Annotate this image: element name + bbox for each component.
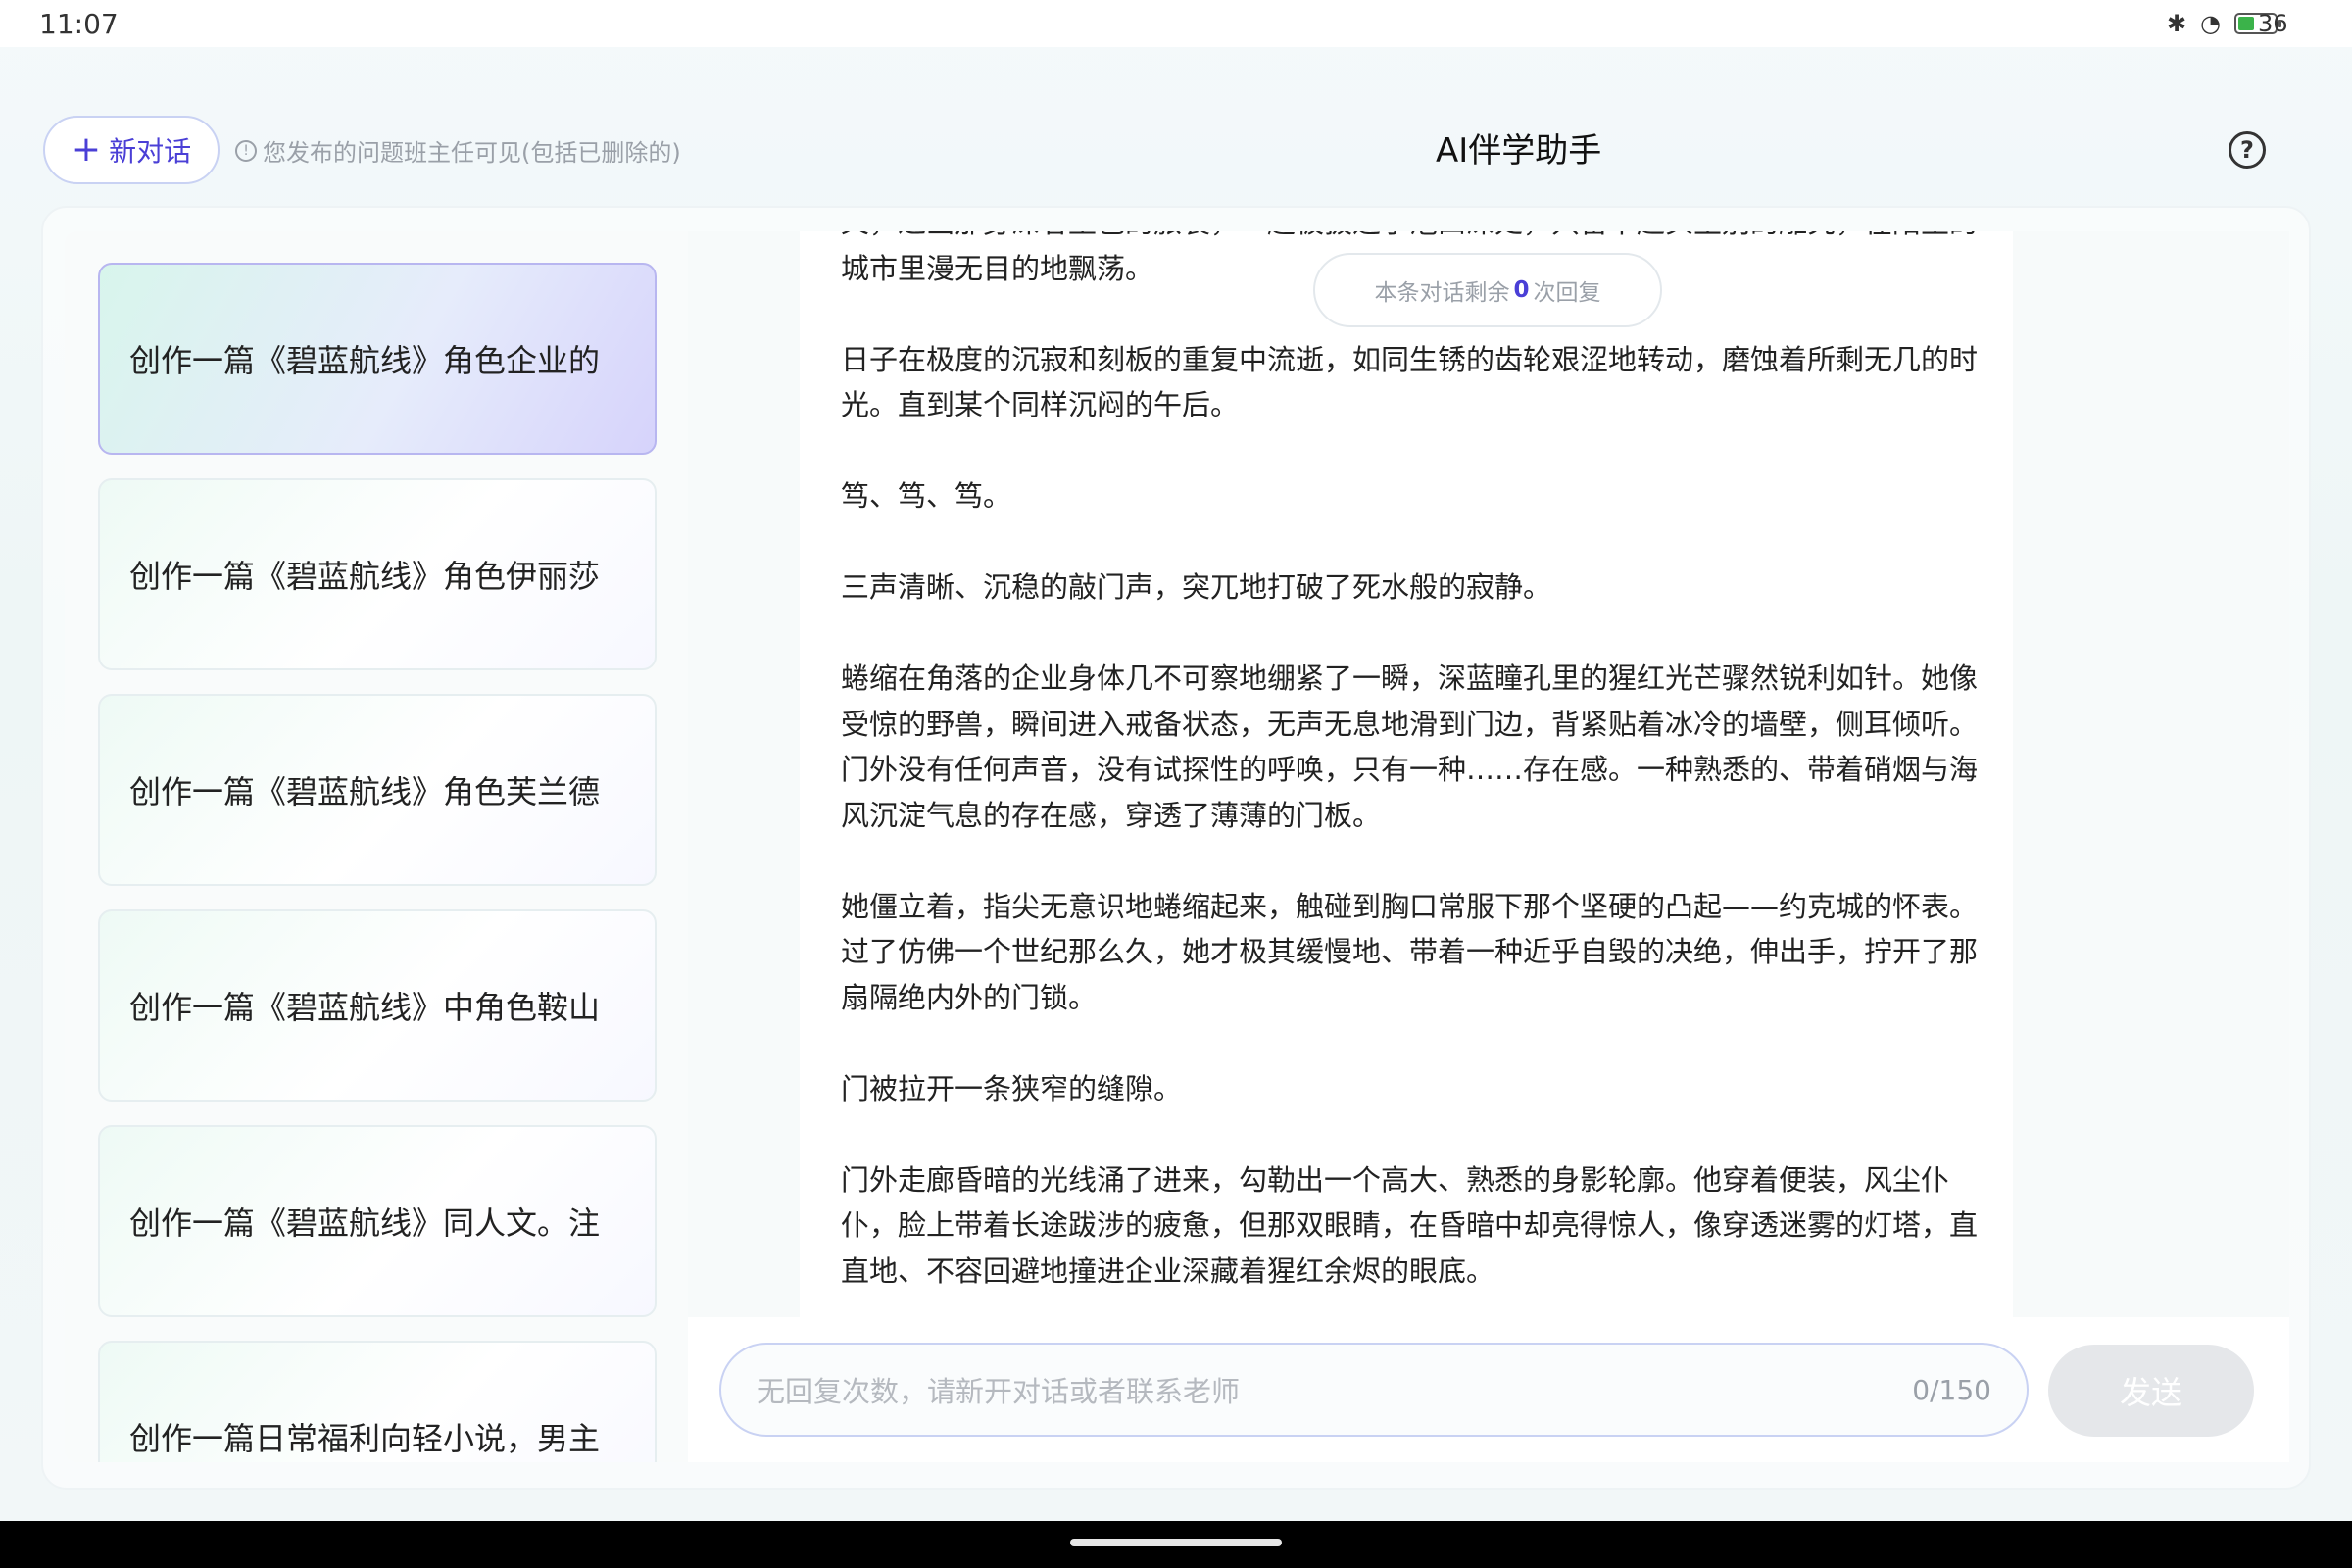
status-time: 11:07 bbox=[39, 8, 119, 40]
conversation-title: 创作一篇《碧蓝航线》中角色鞍山 bbox=[129, 989, 601, 1026]
message-paragraph: 笃、笃、笃。 bbox=[841, 479, 1012, 513]
message-paragraph: 门外走廊昏暗的光线涌了进来，勾勒出一个高大、熟悉的身影轮廓。他穿着便装，风尘仆仆… bbox=[841, 1162, 1979, 1288]
info-icon: ! bbox=[235, 139, 257, 162]
visibility-notice: ! 您发布的问题班主任可见(包括已删除的) bbox=[235, 133, 681, 168]
conversation-item[interactable]: 创作一篇《碧蓝航线》同人文。注 bbox=[98, 1125, 657, 1317]
message-paragraph: 她僵立着，指尖无意识地蜷缩起来，触碰到胸口常服下那个坚硬的凸起——约克城的怀表。… bbox=[841, 889, 1979, 1014]
character-counter: 0/150 bbox=[1912, 1373, 1991, 1406]
conversation-item[interactable]: 创作一篇《碧蓝航线》中角色鞍山 bbox=[98, 909, 657, 1102]
home-handle[interactable] bbox=[1070, 1539, 1282, 1546]
conversation-list: 创作一篇《碧蓝航线》角色企业的 创作一篇《碧蓝航线》角色伊丽莎 创作一篇《碧蓝航… bbox=[65, 231, 688, 1462]
status-bar: 11:07 ✱ ◔ 36 bbox=[0, 0, 2352, 47]
message-input[interactable]: 无回复次数，请新开对话或者联系老师 0/150 bbox=[719, 1343, 2029, 1437]
message-paragraph: 日子在极度的沉寂和刻板的重复中流逝，如同生锈的齿轮艰涩地转动，磨蚀着所剩无几的时… bbox=[841, 342, 1979, 422]
input-placeholder: 无回复次数，请新开对话或者联系老师 bbox=[757, 1375, 1241, 1408]
message-paragraph: 门被拉开一条狭窄的缝隙。 bbox=[841, 1071, 1183, 1105]
wifi-icon: ◔ bbox=[2200, 10, 2221, 37]
conversation-title: 创作一篇《碧蓝航线》角色企业的 bbox=[129, 342, 601, 379]
new-chat-button[interactable]: + 新对话 bbox=[43, 116, 220, 184]
conversation-title: 创作一篇日常福利向轻小说，男主 bbox=[129, 1420, 601, 1457]
send-button[interactable]: 发送 bbox=[2048, 1345, 2254, 1437]
help-icon[interactable]: ? bbox=[2229, 131, 2266, 169]
conversation-title: 创作一篇《碧蓝航线》角色伊丽莎 bbox=[129, 558, 601, 595]
conversation-title: 创作一篇《碧蓝航线》同人文。注 bbox=[129, 1204, 601, 1242]
ai-message-text: 义，过凶那身深者型色的旅装，一趟被拔进了泡凹深处，只留下起头生别的雕究，在陌生的… bbox=[841, 231, 1978, 1317]
notice-text: 您发布的问题班主任可见(包括已删除的) bbox=[263, 139, 681, 167]
chat-area[interactable]: 义，过凶那身深者型色的旅装，一趟被拔进了泡凹深处，只留下起头生别的雕究，在陌生的… bbox=[688, 231, 2289, 1317]
remaining-suffix: 次回复 bbox=[1533, 280, 1601, 306]
conversation-item[interactable]: 创作一篇日常福利向轻小说，男主 bbox=[98, 1341, 657, 1462]
remaining-count: 0 bbox=[1513, 277, 1530, 303]
remaining-prefix: 本条对话剩余 bbox=[1374, 280, 1510, 306]
new-chat-label: 新对话 bbox=[109, 135, 192, 168]
bluetooth-icon: ✱ bbox=[2166, 10, 2187, 37]
ai-message-card: 义，过凶那身深者型色的旅装，一趟被拔进了泡凹深处，只留下起头生别的雕究，在陌生的… bbox=[800, 231, 2013, 1317]
remaining-replies-badge: 本条对话剩余 0 次回复 bbox=[1313, 253, 1662, 327]
status-icons: ✱ ◔ 36 bbox=[2166, 10, 2288, 37]
battery-icon: 36 bbox=[2234, 12, 2288, 35]
conversation-item[interactable]: 创作一篇《碧蓝航线》角色伊丽莎 bbox=[98, 478, 657, 670]
conversation-item[interactable]: 创作一篇《碧蓝航线》角色芙兰德 bbox=[98, 694, 657, 886]
message-paragraph: 蜷缩在角落的企业身体几不可察地绷紧了一瞬，深蓝瞳孔里的猩红光芒骤然锐利如针。她像… bbox=[841, 662, 1979, 832]
conversation-title: 创作一篇《碧蓝航线》角色芙兰德 bbox=[129, 773, 601, 810]
plus-icon: + bbox=[71, 129, 102, 170]
conversation-item-active[interactable]: 创作一篇《碧蓝航线》角色企业的 bbox=[98, 263, 657, 455]
page-title: AI伴学助手 bbox=[1436, 131, 1602, 171]
message-paragraph: 三声清晰、沉稳的敲门声，突兀地打破了死水般的寂静。 bbox=[841, 570, 1552, 604]
